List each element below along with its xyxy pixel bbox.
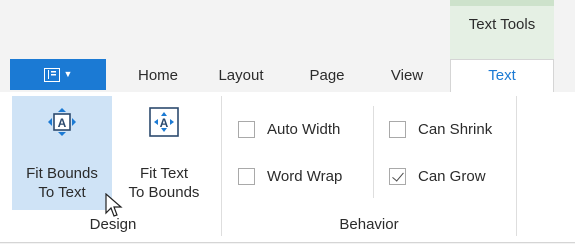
design-group-label: Design (89, 216, 137, 233)
word-wrap-box (238, 167, 255, 185)
can-grow-box (389, 167, 406, 185)
svg-text:A: A (160, 116, 169, 130)
fit-text-label-line1: Fit Text (139, 165, 189, 182)
can-grow-label: Can Grow (418, 167, 486, 185)
can-shrink-checkbox[interactable]: Can Shrink (389, 117, 492, 141)
can-grow-checkbox[interactable]: Can Grow (389, 164, 486, 188)
fit-bounds-label-line1: Fit Bounds (26, 165, 98, 182)
word-wrap-checkbox[interactable]: Word Wrap (238, 164, 342, 188)
tab-view[interactable]: View (372, 59, 442, 92)
group-separator (221, 96, 222, 236)
fit-text-to-bounds-icon: A (149, 107, 179, 137)
behavior-group-label: Behavior (339, 216, 399, 233)
auto-width-label: Auto Width (267, 120, 341, 138)
fit-bounds-to-text-button[interactable]: A Fit Bounds To Text (12, 96, 112, 210)
contextual-tab-title: Text Tools (468, 16, 536, 33)
can-shrink-box (389, 120, 406, 138)
auto-width-box (238, 120, 255, 138)
column-separator (373, 106, 374, 198)
tab-home[interactable]: Home (122, 59, 194, 92)
tab-text[interactable]: Text (450, 59, 554, 93)
fit-bounds-label-line2: To Text (38, 184, 86, 201)
can-shrink-label: Can Shrink (418, 120, 493, 138)
tab-layout[interactable]: Layout (204, 59, 278, 92)
fit-bounds-to-text-icon: A (48, 108, 76, 136)
app-menu-button[interactable]: ▼ (10, 59, 106, 90)
fit-text-to-bounds-button[interactable]: A Fit Text To Bounds (114, 96, 214, 210)
fit-text-label-line2: To Bounds (128, 184, 200, 201)
auto-width-checkbox[interactable]: Auto Width (238, 117, 340, 141)
dropdown-arrow-icon: ▼ (63, 69, 73, 79)
svg-text:A: A (58, 116, 67, 130)
tab-page[interactable]: Page (294, 59, 360, 92)
group-separator-right (516, 96, 517, 236)
layout-panel-icon (43, 67, 60, 82)
word-wrap-label: Word Wrap (267, 167, 343, 185)
check-icon (392, 168, 404, 182)
